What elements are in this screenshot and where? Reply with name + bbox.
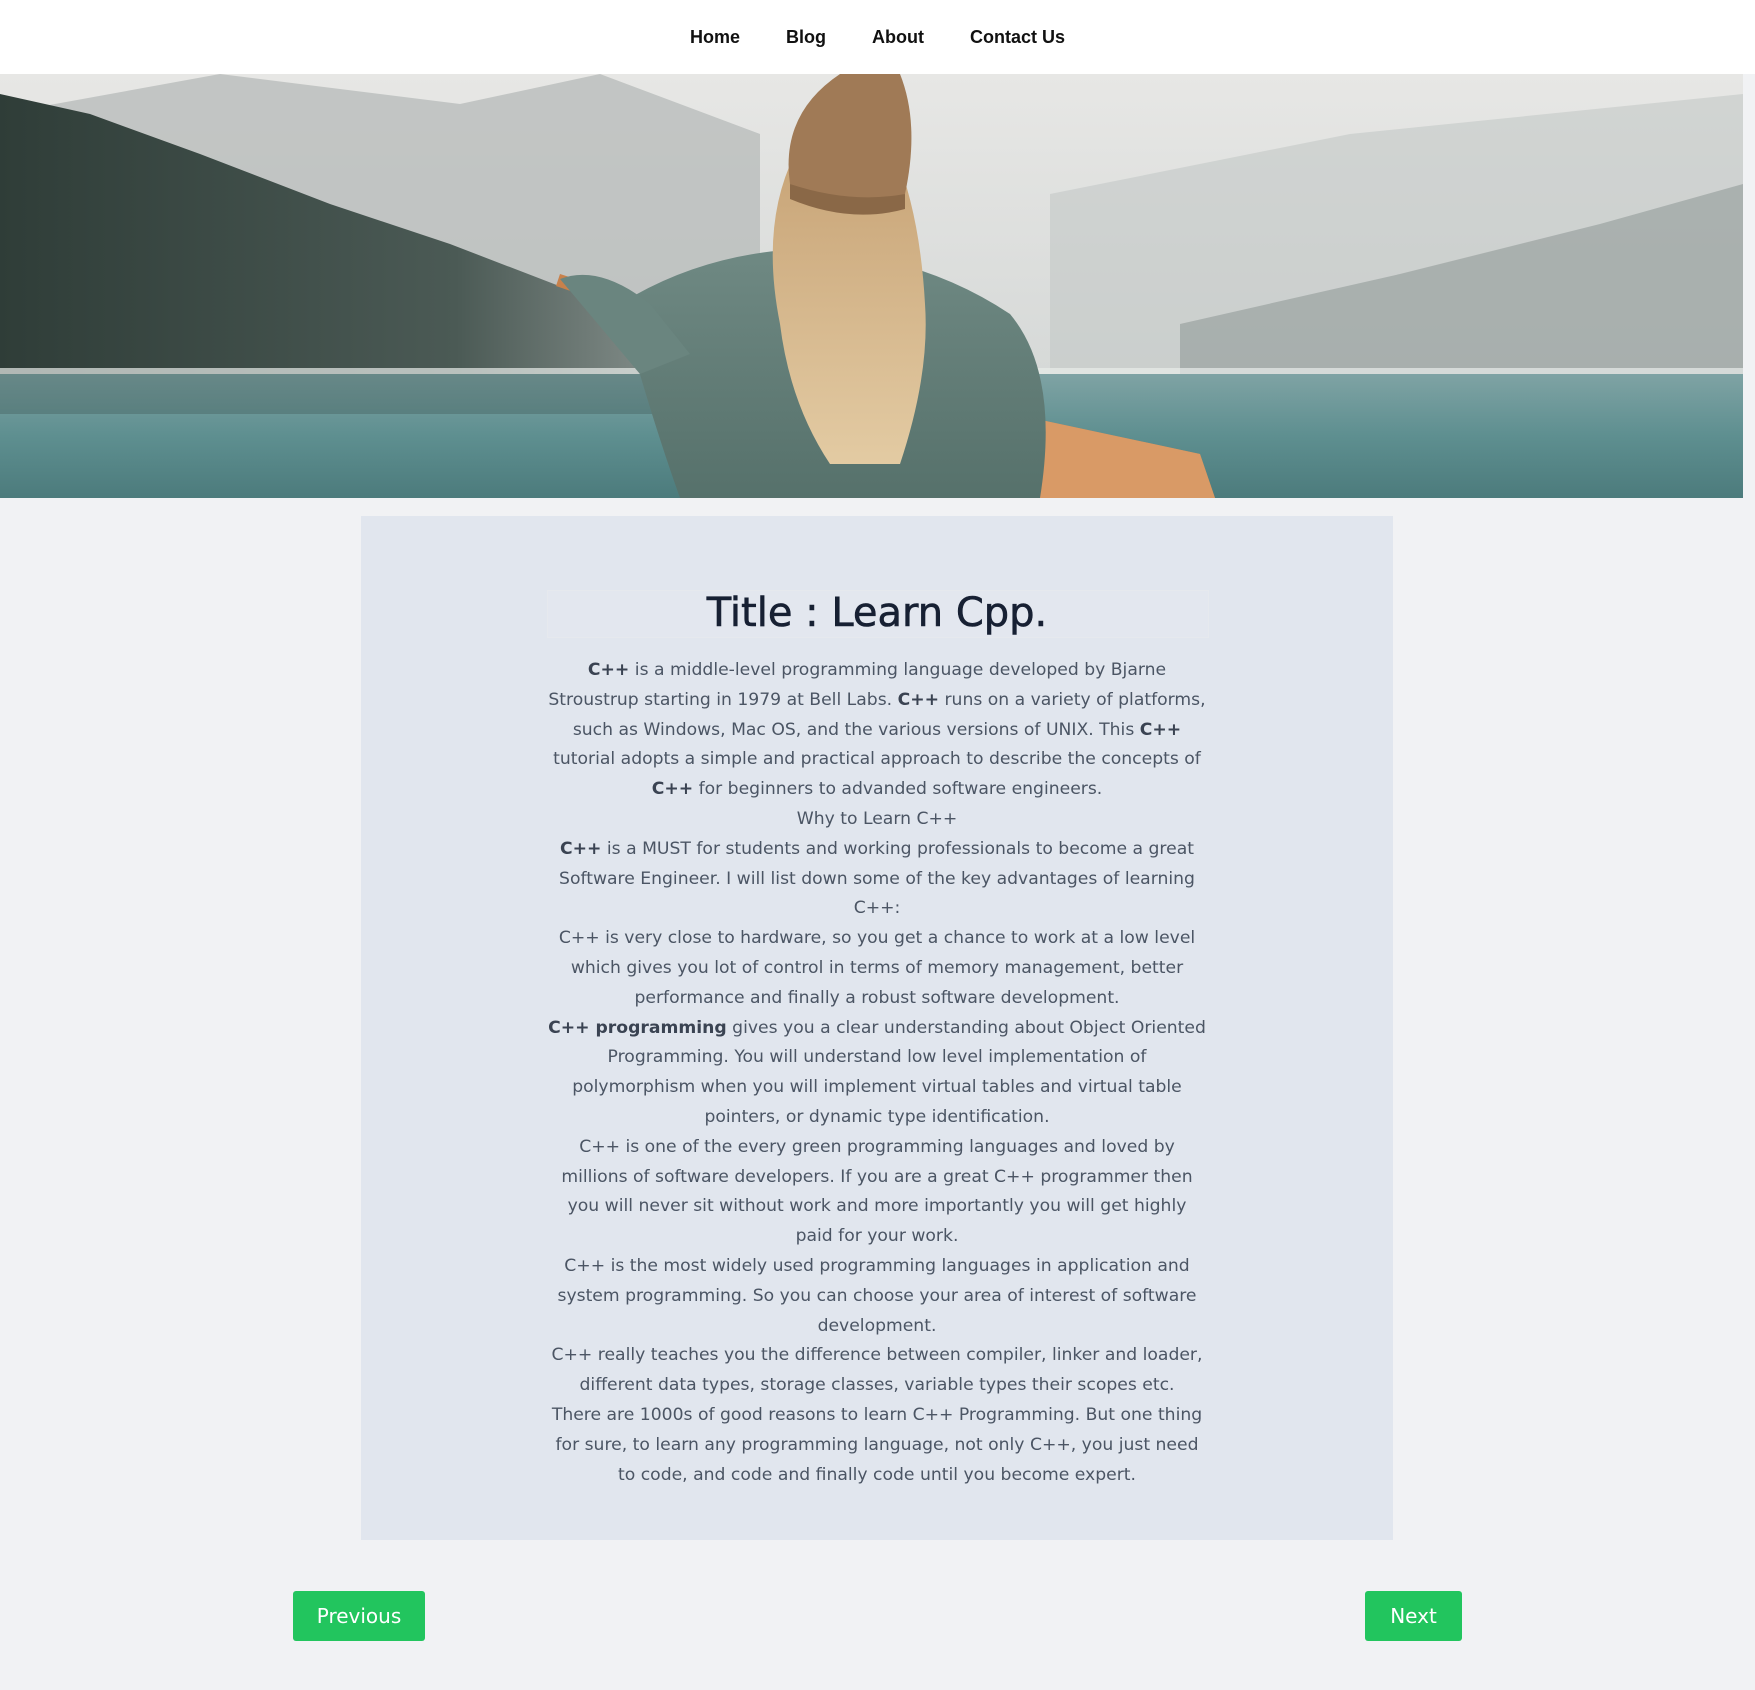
next-button[interactable]: Next <box>1365 1591 1462 1641</box>
article-title: Title : Learn Cpp. <box>706 590 1048 637</box>
paragraph-must: C++ is a MUST for students and working p… <box>559 838 1195 919</box>
article-body: C++ is a middle-level programming langua… <box>547 656 1207 1490</box>
nav-about[interactable]: About <box>872 27 924 48</box>
nav-home[interactable]: Home <box>690 27 740 48</box>
nav-contact-us[interactable]: Contact Us <box>970 27 1065 48</box>
paragraph-why: Why to Learn C++ <box>796 808 958 829</box>
paragraph-teaches: C++ really teaches you the difference be… <box>551 1345 1203 1396</box>
paragraph-widely-used: C++ is the most widely used programming … <box>557 1255 1197 1336</box>
previous-button[interactable]: Previous <box>293 1591 425 1641</box>
hero-image <box>0 74 1743 498</box>
paragraph-hardware: C++ is very close to hardware, so you ge… <box>558 928 1196 1008</box>
top-nav: Home Blog About Contact Us <box>0 0 1755 74</box>
paragraph-oop: C++ programming gives you a clear unders… <box>548 1017 1206 1127</box>
paragraph-reasons: There are 1000s of good reasons to learn… <box>551 1404 1203 1485</box>
article-card: Title : Learn Cpp. C++ is a middle-level… <box>361 516 1393 1540</box>
paragraph-evergreen: C++ is one of the every green programmin… <box>561 1136 1193 1247</box>
paragraph-intro: C++ is a middle-level programming langua… <box>548 660 1206 800</box>
nav-blog[interactable]: Blog <box>786 27 826 48</box>
